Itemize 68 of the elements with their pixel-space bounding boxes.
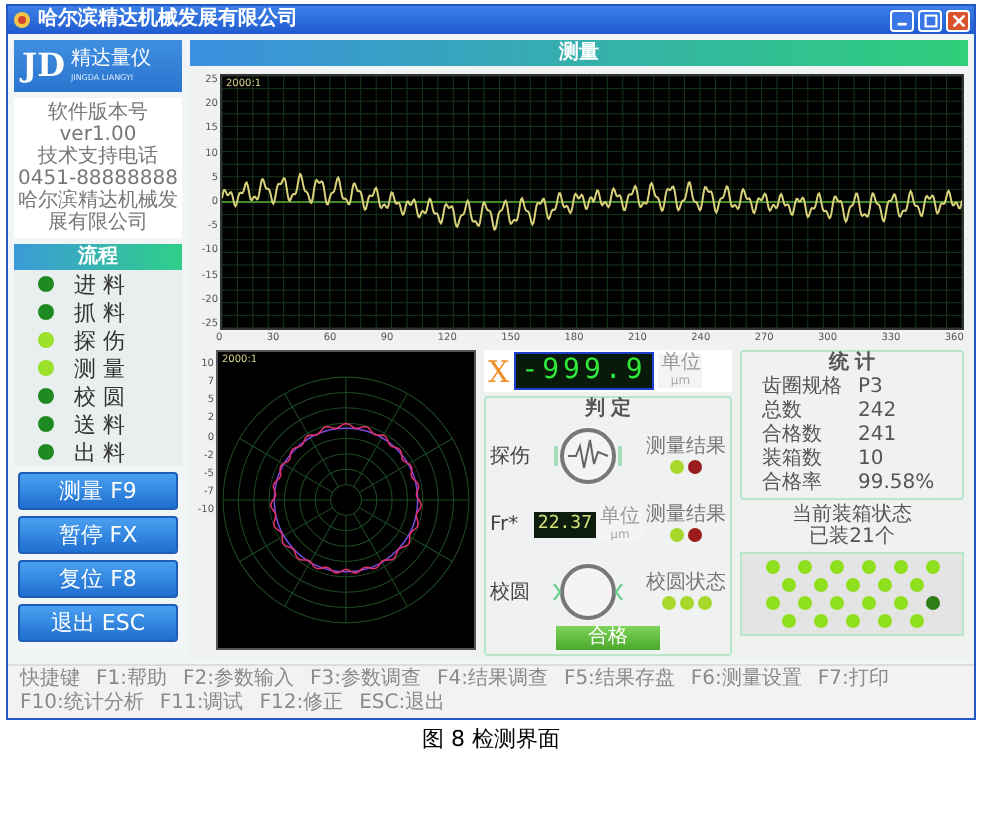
shortcut-text: 快捷键	[20, 668, 80, 691]
box-status-title: 当前装箱状态	[792, 504, 912, 526]
shortcut-text: F2:参数输入	[182, 668, 294, 691]
stat-value: 242	[858, 400, 899, 422]
value-display: 22.37	[533, 511, 596, 537]
action-button[interactable]: 测量 F9	[18, 472, 178, 510]
stat-label: 合格率	[762, 472, 824, 494]
indicator-label: 测量结果	[646, 438, 726, 458]
app-icon	[12, 10, 32, 30]
section-header: 测量	[190, 40, 968, 66]
step-label: 送 料	[74, 411, 125, 437]
info-text: 技术支持电话	[38, 146, 158, 168]
round-dial-icon	[552, 562, 624, 622]
stat-value: 10	[858, 448, 886, 470]
close-button[interactable]	[946, 9, 970, 31]
step-label: 探 伤	[74, 327, 125, 353]
logo-mark: JD	[22, 48, 65, 84]
action-button[interactable]: 退出 ESC	[18, 604, 178, 642]
flaw-dial-icon	[552, 426, 624, 486]
brand-name: 精达量仪	[70, 48, 151, 72]
row-label: Fr*	[490, 513, 521, 535]
axis-letter: X	[488, 353, 510, 389]
stat-value: 241	[858, 424, 899, 446]
action-button[interactable]: 复位 F8	[18, 560, 178, 598]
process-header: 流程	[14, 244, 182, 270]
info-text: 0451-88888888	[18, 168, 178, 190]
shortcut-text: F3:参数调查	[309, 668, 421, 691]
row-label: 探伤	[490, 445, 530, 467]
stat-value: P3	[858, 376, 885, 398]
info-text: 哈尔滨精达机械发展有限公司	[16, 190, 180, 234]
minimize-button[interactable]	[890, 9, 914, 31]
maximize-icon	[921, 11, 939, 29]
stat-label: 合格数	[762, 424, 824, 446]
step-label: 校 圆	[74, 383, 125, 409]
row-label: 校圆	[490, 581, 530, 603]
box-count: 已装21个	[809, 526, 895, 548]
action-button[interactable]: 暂停 FX	[18, 516, 178, 554]
figure-caption: 图 8 检测界面	[420, 726, 562, 754]
shortcut-text: F7:打印	[817, 668, 889, 692]
step-label: 进 料	[74, 271, 125, 297]
stat-label: 齿圈规格	[762, 376, 844, 398]
stat-value: 99.58%	[858, 472, 937, 494]
digital-readout: -999.9	[513, 352, 655, 390]
panel-title: 判 定	[584, 398, 632, 422]
window-title: 哈尔滨精达机械发展有限公司	[38, 8, 298, 32]
info-text: 软件版本号	[48, 102, 148, 124]
result-badge: 合格	[556, 626, 660, 650]
stat-label: 装箱数	[762, 448, 824, 470]
panel-title: 统 计	[828, 352, 876, 375]
unit-text: 单位	[660, 354, 701, 374]
step-label: 测 量	[74, 355, 125, 381]
shortcut-text: F4:结果调查	[436, 668, 548, 691]
stat-label: 总数	[762, 400, 804, 422]
shortcut-text: F6:测量设置	[690, 668, 802, 692]
shortcut-text: F11:调试	[159, 692, 244, 716]
shortcut-text: F1:帮助	[96, 668, 167, 691]
info-text: ver1.00	[59, 124, 137, 146]
indicator-label: 校圆状态	[646, 574, 726, 594]
close-icon	[949, 11, 967, 29]
shortcut-text: F12:修正	[259, 692, 344, 716]
maximize-button[interactable]	[918, 9, 942, 31]
unit-text: 单位	[600, 507, 640, 527]
step-label: 抓 料	[74, 299, 125, 325]
indicator-label: 测量结果	[646, 506, 726, 526]
shortcut-text: F5:结果存盘	[563, 668, 675, 692]
shortcut-text: ESC:退出	[359, 692, 446, 716]
step-label: 出 料	[74, 439, 125, 465]
shortcut-text: F10:统计分析	[20, 692, 144, 716]
